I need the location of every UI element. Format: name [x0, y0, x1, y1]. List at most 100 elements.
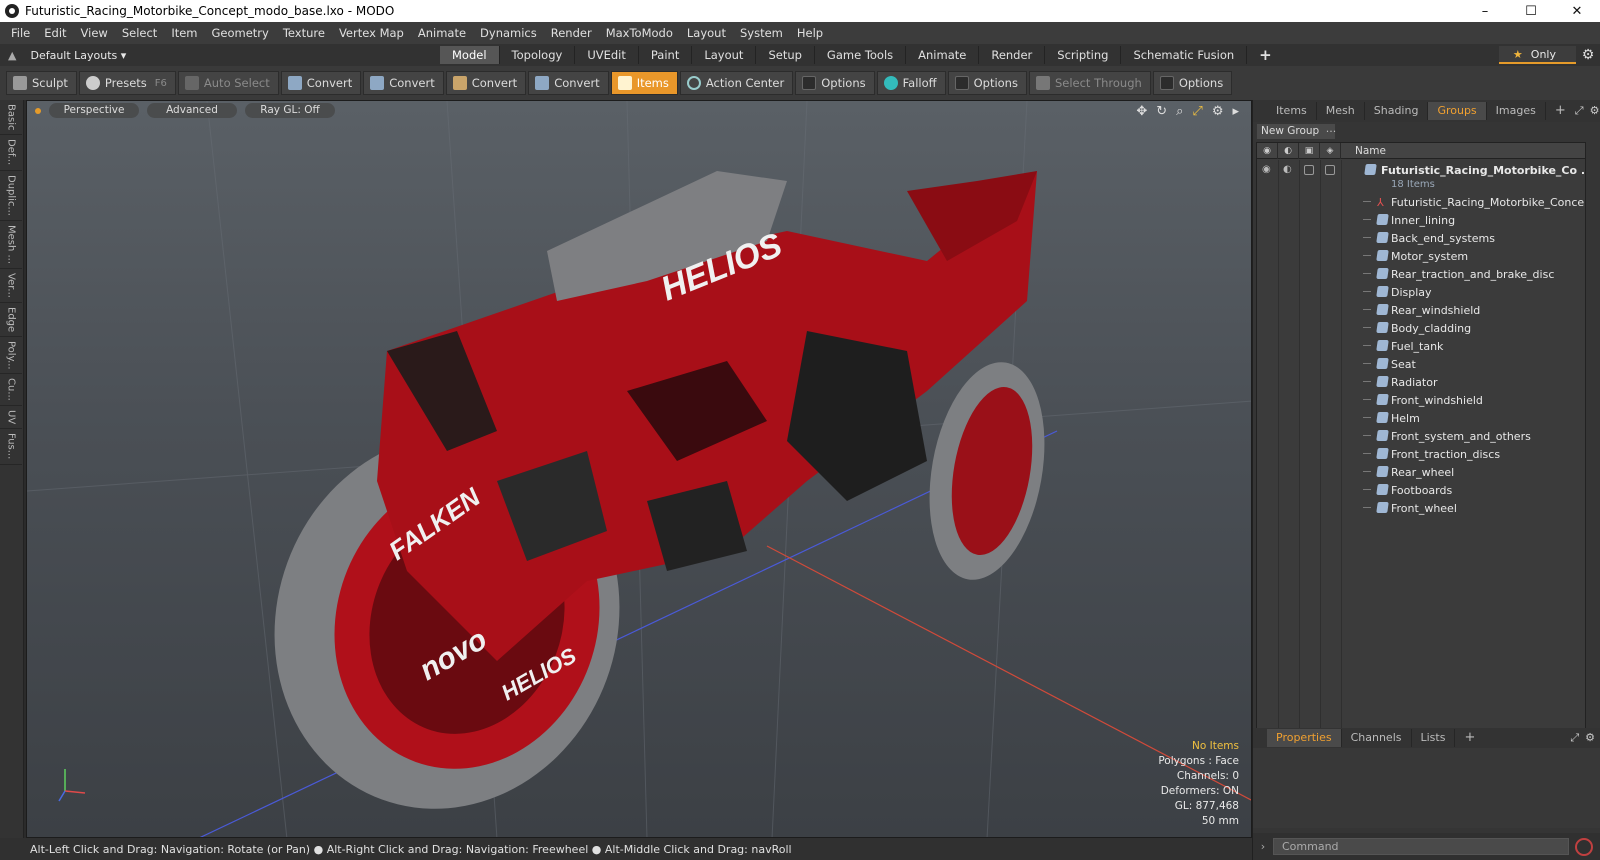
auto-select-button[interactable]: Auto Select	[177, 71, 279, 95]
options-button-2[interactable]: Options	[947, 71, 1027, 95]
add-tab-button[interactable]: +	[1247, 46, 1284, 64]
menu-dynamics[interactable]: Dynamics	[473, 26, 544, 40]
close-button[interactable]: ✕	[1554, 0, 1600, 22]
options-button-1[interactable]: Options	[795, 71, 875, 95]
tab-setup[interactable]: Setup	[756, 46, 815, 64]
convert-button-2[interactable]: Convert	[363, 71, 444, 95]
list-item[interactable]: Radiator	[1257, 373, 1585, 391]
panel-gear-icon[interactable]: ⚙	[1585, 731, 1595, 745]
tab-animate[interactable]: Animate	[906, 46, 980, 64]
palette-deform[interactable]: Def...	[0, 135, 22, 171]
menu-help[interactable]: Help	[790, 26, 830, 40]
list-item[interactable]: Front_system_and_others	[1257, 427, 1585, 445]
falloff-button[interactable]: Falloff	[876, 71, 946, 95]
palette-uv[interactable]: UV	[0, 406, 22, 430]
menu-maxtomodo[interactable]: MaxToModo	[599, 26, 680, 40]
select-column-icon[interactable]: ◈	[1320, 143, 1341, 159]
gear-icon[interactable]: ⚙	[1576, 47, 1600, 63]
palette-vertex[interactable]: Ver...	[0, 269, 22, 303]
list-item[interactable]: Rear_windshield	[1257, 301, 1585, 319]
palette-mesh[interactable]: Mesh ...	[0, 221, 22, 269]
menu-render[interactable]: Render	[544, 26, 599, 40]
action-center-button[interactable]: Action Center	[679, 71, 794, 95]
palette-basic[interactable]: Basic	[0, 100, 22, 136]
list-item[interactable]: Front_windshield	[1257, 391, 1585, 409]
tab-model[interactable]: Model	[440, 46, 500, 64]
maximize-button[interactable]: ☐	[1508, 0, 1554, 22]
list-item[interactable]: Front_traction_discs	[1257, 445, 1585, 463]
add-panel-tab-button[interactable]: +	[1546, 102, 1575, 120]
add-properties-tab-button[interactable]: +	[1455, 729, 1484, 747]
tab-schematic-fusion[interactable]: Schematic Fusion	[1121, 46, 1248, 64]
visibility-column-icon[interactable]: ◉	[1257, 143, 1278, 159]
tab-lists[interactable]: Lists	[1412, 729, 1456, 747]
tab-images[interactable]: Images	[1487, 102, 1546, 120]
options-button-3[interactable]: Options	[1152, 71, 1233, 95]
raygl-button[interactable]: Ray GL: Off	[245, 103, 335, 118]
name-column-header[interactable]: Name	[1341, 145, 1386, 157]
shading-mode-button[interactable]: Advanced	[147, 103, 237, 118]
list-item[interactable]: Helm	[1257, 409, 1585, 427]
pin-icon[interactable]: ▲	[8, 49, 16, 62]
command-history-arrow-icon[interactable]: ›	[1253, 840, 1273, 853]
menu-system[interactable]: System	[733, 26, 790, 40]
tab-properties[interactable]: Properties	[1267, 729, 1342, 747]
tab-layout[interactable]: Layout	[692, 46, 757, 64]
menu-file[interactable]: File	[4, 26, 37, 40]
menu-item[interactable]: Item	[164, 26, 204, 40]
tab-shading[interactable]: Shading	[1365, 102, 1429, 120]
tab-game-tools[interactable]: Game Tools	[815, 46, 907, 64]
list-item[interactable]: Inner_lining	[1257, 211, 1585, 229]
palette-polygon[interactable]: Poly...	[0, 337, 22, 375]
menu-select[interactable]: Select	[115, 26, 164, 40]
popout-icon[interactable]: ⤢	[1570, 731, 1579, 745]
items-button[interactable]: Items	[610, 71, 678, 95]
settings-icon[interactable]: ⚙	[1212, 104, 1224, 119]
convert-button-3[interactable]: Convert	[445, 71, 527, 95]
list-item[interactable]: Rear_wheel	[1257, 463, 1585, 481]
palette-curve[interactable]: Cu...	[0, 374, 22, 407]
list-item[interactable]: Front_wheel	[1257, 499, 1585, 517]
tab-uvedit[interactable]: UVEdit	[575, 46, 639, 64]
tab-groups[interactable]: Groups	[1428, 102, 1487, 120]
tab-render[interactable]: Render	[979, 46, 1046, 64]
default-layouts-dropdown[interactable]: ▲ Default Layouts ▾	[0, 49, 440, 62]
sculpt-button[interactable]: Sculpt	[6, 71, 77, 95]
list-item[interactable]: Motor_system	[1257, 247, 1585, 265]
list-item[interactable]: Body_cladding	[1257, 319, 1585, 337]
tab-topology[interactable]: Topology	[500, 46, 576, 64]
3d-viewport[interactable]: HELIOS novo FALKEN HELIOS Perspective Ad…	[26, 100, 1252, 838]
zoom-icon[interactable]: ⌕	[1176, 104, 1183, 119]
menu-view[interactable]: View	[74, 26, 115, 40]
palette-edge[interactable]: Edge	[0, 303, 22, 337]
menu-layout[interactable]: Layout	[680, 26, 733, 40]
tab-items[interactable]: Items	[1267, 102, 1317, 120]
menu-edit[interactable]: Edit	[37, 26, 73, 40]
render-column-icon[interactable]: ◐	[1278, 143, 1299, 159]
menu-geometry[interactable]: Geometry	[205, 26, 276, 40]
tab-paint[interactable]: Paint	[639, 46, 693, 64]
tab-mesh[interactable]: Mesh ...	[1317, 102, 1365, 135]
list-item[interactable]: Back_end_systems	[1257, 229, 1585, 247]
select-through-button[interactable]: Select Through	[1028, 71, 1151, 95]
list-item[interactable]: Seat	[1257, 355, 1585, 373]
record-macro-icon[interactable]	[1575, 837, 1593, 856]
visibility-eye-icon[interactable]: ◉	[1262, 164, 1271, 175]
list-item[interactable]: ⅄ Futuristic_Racing_Motorbike_Concept	[1257, 193, 1585, 211]
palette-fusion[interactable]: Fus...	[0, 429, 22, 465]
lock-column-icon[interactable]: ▣	[1299, 143, 1320, 159]
list-item[interactable]: Fuel_tank	[1257, 337, 1585, 355]
minimize-button[interactable]: –	[1462, 0, 1508, 22]
lock-checkbox[interactable]	[1304, 165, 1314, 175]
menu-vertex-map[interactable]: Vertex Map	[332, 26, 411, 40]
select-checkbox[interactable]	[1325, 165, 1335, 175]
render-toggle-icon[interactable]: ◐	[1283, 164, 1292, 175]
list-item[interactable]: Rear_traction_and_brake_disc	[1257, 265, 1585, 283]
command-input[interactable]: Command	[1273, 838, 1569, 855]
new-group-button[interactable]: New Group	[1257, 124, 1335, 139]
convert-button-1[interactable]: Convert	[280, 71, 362, 95]
expand-arrow-icon[interactable]: ▸	[1232, 104, 1239, 119]
list-item[interactable]: Display	[1257, 283, 1585, 301]
menu-animate[interactable]: Animate	[411, 26, 473, 40]
pan-icon[interactable]: ✥	[1136, 104, 1147, 119]
